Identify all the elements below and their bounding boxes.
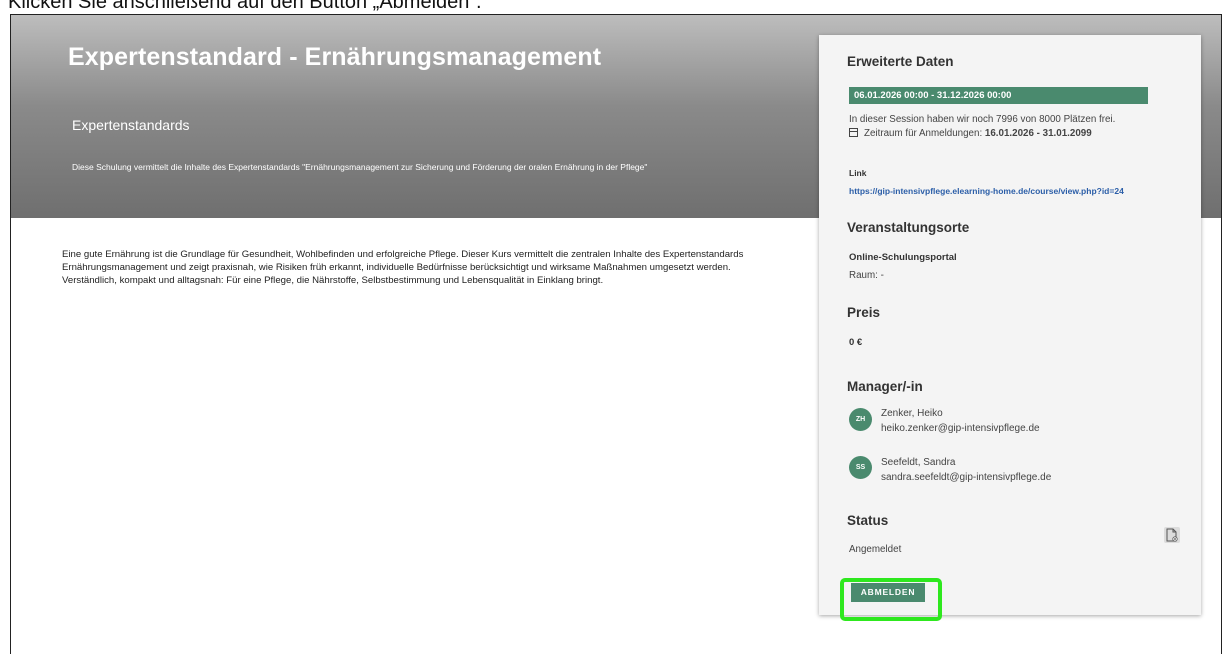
calendar-icon bbox=[849, 128, 858, 137]
course-category: Expertenstandards bbox=[72, 117, 190, 133]
details-panel: Erweiterte Daten 06.01.2026 00:00 - 31.1… bbox=[819, 35, 1201, 621]
document-icon[interactable] bbox=[1164, 527, 1180, 543]
manager-email[interactable]: sandra.seefeldt@gip-intensivpflege.de bbox=[881, 472, 1051, 483]
course-description: Eine gute Ernährung ist die Grundlage fü… bbox=[62, 249, 744, 286]
seats-info: In dieser Session haben wir noch 7996 vo… bbox=[849, 114, 1116, 125]
course-link[interactable]: https://gip-intensivpflege.elearning-hom… bbox=[849, 184, 1169, 198]
session-date-badge: 06.01.2026 00:00 - 31.12.2026 00:00 bbox=[849, 87, 1148, 104]
link-label: Link bbox=[849, 168, 867, 178]
unsubscribe-button[interactable]: ABMELDEN bbox=[851, 583, 925, 602]
manager-name: Seefeldt, Sandra bbox=[881, 457, 956, 468]
price-heading: Preis bbox=[847, 305, 881, 320]
avatar: SS bbox=[849, 456, 872, 479]
venue-room: Raum: - bbox=[849, 270, 884, 281]
registration-label: Zeitraum für Anmeldungen: bbox=[864, 128, 985, 139]
avatar: ZH bbox=[849, 408, 872, 431]
registration-period-row: Zeitraum für Anmeldungen: 16.01.2026 - 3… bbox=[849, 128, 1092, 139]
manager-email[interactable]: heiko.zenker@gip-intensivpflege.de bbox=[881, 423, 1040, 434]
price-value: 0 € bbox=[849, 337, 863, 348]
course-title: Expertenstandard - Ernährungsmanagement bbox=[68, 43, 602, 71]
course-short-description: Diese Schulung vermittelt die Inhalte de… bbox=[72, 162, 648, 172]
status-value: Angemeldet bbox=[849, 544, 902, 555]
manager-name: Zenker, Heiko bbox=[881, 408, 943, 419]
manager-heading: Manager/-in bbox=[847, 379, 923, 394]
registration-period: 16.01.2026 - 31.01.2099 bbox=[984, 128, 1092, 139]
venues-heading: Veranstaltungsorte bbox=[847, 220, 970, 235]
instruction-text: Klicken Sie anschließend auf den Button … bbox=[8, 0, 482, 13]
page-frame: Expertenstandard - Ernährungsmanagement … bbox=[10, 14, 1222, 654]
status-heading: Status bbox=[847, 513, 889, 528]
venue-name: Online-Schulungsportal bbox=[849, 252, 957, 263]
extended-data-heading: Erweiterte Daten bbox=[847, 54, 954, 69]
